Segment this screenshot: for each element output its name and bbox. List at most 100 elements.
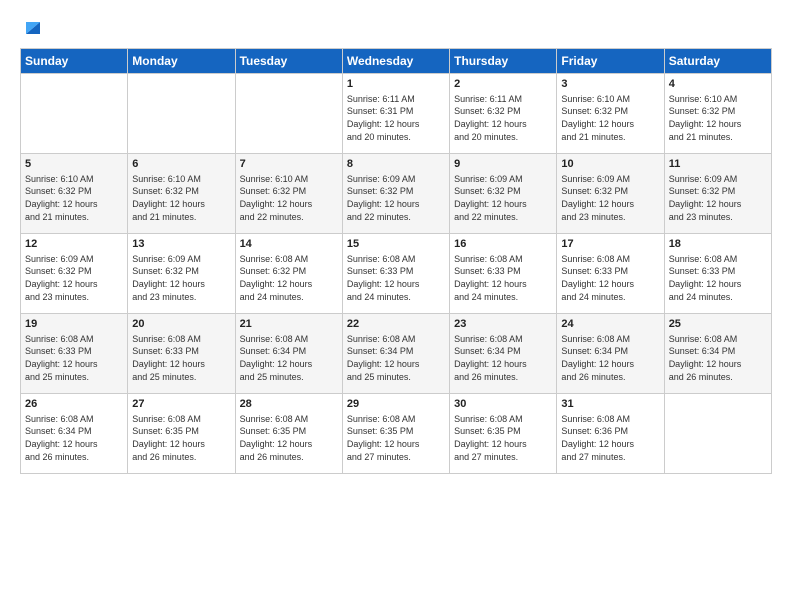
calendar-cell: 12Sunrise: 6:09 AM Sunset: 6:32 PM Dayli… [21, 234, 128, 314]
day-info: Sunrise: 6:09 AM Sunset: 6:32 PM Dayligh… [561, 173, 659, 223]
calendar-cell: 26Sunrise: 6:08 AM Sunset: 6:34 PM Dayli… [21, 394, 128, 474]
day-info: Sunrise: 6:09 AM Sunset: 6:32 PM Dayligh… [454, 173, 552, 223]
weekday-header: Monday [128, 49, 235, 74]
calendar-cell: 2Sunrise: 6:11 AM Sunset: 6:32 PM Daylig… [450, 74, 557, 154]
day-info: Sunrise: 6:10 AM Sunset: 6:32 PM Dayligh… [25, 173, 123, 223]
calendar-cell: 22Sunrise: 6:08 AM Sunset: 6:34 PM Dayli… [342, 314, 449, 394]
calendar-cell [128, 74, 235, 154]
day-info: Sunrise: 6:10 AM Sunset: 6:32 PM Dayligh… [561, 93, 659, 143]
day-info: Sunrise: 6:08 AM Sunset: 6:33 PM Dayligh… [669, 253, 767, 303]
calendar-cell: 6Sunrise: 6:10 AM Sunset: 6:32 PM Daylig… [128, 154, 235, 234]
day-number: 14 [240, 237, 338, 252]
calendar-table: SundayMondayTuesdayWednesdayThursdayFrid… [20, 48, 772, 474]
day-info: Sunrise: 6:11 AM Sunset: 6:31 PM Dayligh… [347, 93, 445, 143]
calendar-cell: 3Sunrise: 6:10 AM Sunset: 6:32 PM Daylig… [557, 74, 664, 154]
logo [20, 16, 44, 38]
day-info: Sunrise: 6:08 AM Sunset: 6:33 PM Dayligh… [454, 253, 552, 303]
day-number: 5 [25, 157, 123, 172]
day-number: 11 [669, 157, 767, 172]
day-number: 1 [347, 77, 445, 92]
day-number: 7 [240, 157, 338, 172]
day-number: 19 [25, 317, 123, 332]
calendar-cell: 16Sunrise: 6:08 AM Sunset: 6:33 PM Dayli… [450, 234, 557, 314]
day-number: 18 [669, 237, 767, 252]
day-number: 21 [240, 317, 338, 332]
day-info: Sunrise: 6:10 AM Sunset: 6:32 PM Dayligh… [132, 173, 230, 223]
day-info: Sunrise: 6:09 AM Sunset: 6:32 PM Dayligh… [25, 253, 123, 303]
calendar-cell: 9Sunrise: 6:09 AM Sunset: 6:32 PM Daylig… [450, 154, 557, 234]
day-info: Sunrise: 6:08 AM Sunset: 6:33 PM Dayligh… [25, 333, 123, 383]
day-info: Sunrise: 6:08 AM Sunset: 6:34 PM Dayligh… [561, 333, 659, 383]
day-number: 20 [132, 317, 230, 332]
logo-icon [22, 16, 44, 38]
calendar-cell: 28Sunrise: 6:08 AM Sunset: 6:35 PM Dayli… [235, 394, 342, 474]
calendar-cell: 13Sunrise: 6:09 AM Sunset: 6:32 PM Dayli… [128, 234, 235, 314]
header [20, 16, 772, 38]
calendar-cell [235, 74, 342, 154]
day-info: Sunrise: 6:08 AM Sunset: 6:34 PM Dayligh… [669, 333, 767, 383]
calendar-cell: 7Sunrise: 6:10 AM Sunset: 6:32 PM Daylig… [235, 154, 342, 234]
calendar-cell: 30Sunrise: 6:08 AM Sunset: 6:35 PM Dayli… [450, 394, 557, 474]
calendar-cell: 14Sunrise: 6:08 AM Sunset: 6:32 PM Dayli… [235, 234, 342, 314]
calendar-cell: 15Sunrise: 6:08 AM Sunset: 6:33 PM Dayli… [342, 234, 449, 314]
day-info: Sunrise: 6:08 AM Sunset: 6:35 PM Dayligh… [454, 413, 552, 463]
day-number: 12 [25, 237, 123, 252]
weekday-header: Thursday [450, 49, 557, 74]
day-info: Sunrise: 6:08 AM Sunset: 6:33 PM Dayligh… [561, 253, 659, 303]
weekday-header: Saturday [664, 49, 771, 74]
day-number: 24 [561, 317, 659, 332]
day-number: 29 [347, 397, 445, 412]
day-number: 3 [561, 77, 659, 92]
calendar-cell: 1Sunrise: 6:11 AM Sunset: 6:31 PM Daylig… [342, 74, 449, 154]
day-number: 2 [454, 77, 552, 92]
calendar-cell: 24Sunrise: 6:08 AM Sunset: 6:34 PM Dayli… [557, 314, 664, 394]
day-number: 27 [132, 397, 230, 412]
day-info: Sunrise: 6:08 AM Sunset: 6:36 PM Dayligh… [561, 413, 659, 463]
day-info: Sunrise: 6:08 AM Sunset: 6:35 PM Dayligh… [240, 413, 338, 463]
calendar-cell: 19Sunrise: 6:08 AM Sunset: 6:33 PM Dayli… [21, 314, 128, 394]
day-number: 23 [454, 317, 552, 332]
day-info: Sunrise: 6:10 AM Sunset: 6:32 PM Dayligh… [240, 173, 338, 223]
day-number: 25 [669, 317, 767, 332]
calendar-cell: 18Sunrise: 6:08 AM Sunset: 6:33 PM Dayli… [664, 234, 771, 314]
weekday-header: Wednesday [342, 49, 449, 74]
day-number: 17 [561, 237, 659, 252]
day-info: Sunrise: 6:10 AM Sunset: 6:32 PM Dayligh… [669, 93, 767, 143]
day-info: Sunrise: 6:08 AM Sunset: 6:34 PM Dayligh… [240, 333, 338, 383]
day-number: 28 [240, 397, 338, 412]
day-info: Sunrise: 6:09 AM Sunset: 6:32 PM Dayligh… [669, 173, 767, 223]
weekday-header: Friday [557, 49, 664, 74]
day-number: 16 [454, 237, 552, 252]
calendar-cell: 17Sunrise: 6:08 AM Sunset: 6:33 PM Dayli… [557, 234, 664, 314]
day-info: Sunrise: 6:08 AM Sunset: 6:34 PM Dayligh… [454, 333, 552, 383]
calendar-cell: 10Sunrise: 6:09 AM Sunset: 6:32 PM Dayli… [557, 154, 664, 234]
day-number: 9 [454, 157, 552, 172]
page: SundayMondayTuesdayWednesdayThursdayFrid… [0, 0, 792, 612]
calendar-cell: 21Sunrise: 6:08 AM Sunset: 6:34 PM Dayli… [235, 314, 342, 394]
calendar-cell: 11Sunrise: 6:09 AM Sunset: 6:32 PM Dayli… [664, 154, 771, 234]
day-info: Sunrise: 6:08 AM Sunset: 6:34 PM Dayligh… [25, 413, 123, 463]
day-info: Sunrise: 6:09 AM Sunset: 6:32 PM Dayligh… [347, 173, 445, 223]
calendar-cell: 4Sunrise: 6:10 AM Sunset: 6:32 PM Daylig… [664, 74, 771, 154]
day-info: Sunrise: 6:08 AM Sunset: 6:33 PM Dayligh… [347, 253, 445, 303]
day-number: 15 [347, 237, 445, 252]
day-info: Sunrise: 6:08 AM Sunset: 6:34 PM Dayligh… [347, 333, 445, 383]
calendar-cell: 29Sunrise: 6:08 AM Sunset: 6:35 PM Dayli… [342, 394, 449, 474]
day-number: 6 [132, 157, 230, 172]
day-info: Sunrise: 6:08 AM Sunset: 6:35 PM Dayligh… [347, 413, 445, 463]
calendar-cell [664, 394, 771, 474]
calendar-cell: 25Sunrise: 6:08 AM Sunset: 6:34 PM Dayli… [664, 314, 771, 394]
calendar-cell: 31Sunrise: 6:08 AM Sunset: 6:36 PM Dayli… [557, 394, 664, 474]
day-info: Sunrise: 6:11 AM Sunset: 6:32 PM Dayligh… [454, 93, 552, 143]
day-number: 22 [347, 317, 445, 332]
calendar-cell: 27Sunrise: 6:08 AM Sunset: 6:35 PM Dayli… [128, 394, 235, 474]
day-info: Sunrise: 6:08 AM Sunset: 6:32 PM Dayligh… [240, 253, 338, 303]
calendar-cell: 8Sunrise: 6:09 AM Sunset: 6:32 PM Daylig… [342, 154, 449, 234]
day-info: Sunrise: 6:08 AM Sunset: 6:35 PM Dayligh… [132, 413, 230, 463]
day-number: 31 [561, 397, 659, 412]
calendar-cell: 23Sunrise: 6:08 AM Sunset: 6:34 PM Dayli… [450, 314, 557, 394]
calendar-cell: 20Sunrise: 6:08 AM Sunset: 6:33 PM Dayli… [128, 314, 235, 394]
day-info: Sunrise: 6:09 AM Sunset: 6:32 PM Dayligh… [132, 253, 230, 303]
weekday-header: Tuesday [235, 49, 342, 74]
weekday-header: Sunday [21, 49, 128, 74]
